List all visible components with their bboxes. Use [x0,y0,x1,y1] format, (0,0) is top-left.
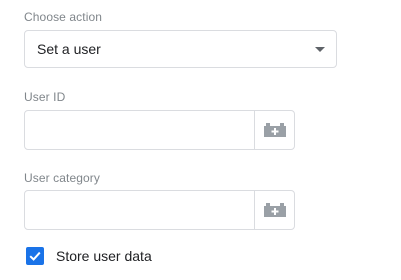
user-category-label: User category [24,171,100,185]
variable-picker-icon [263,123,286,137]
choose-action-value: Set a user [37,41,101,57]
user-category-field-group [24,190,295,230]
store-user-data-label: Store user data [56,248,152,264]
user-id-variable-button[interactable] [254,111,294,149]
user-id-field-group [24,110,295,150]
store-user-data-checkbox[interactable] [26,247,44,265]
choose-action-label: Choose action [24,10,103,24]
checkmark-icon [29,251,41,261]
choose-action-select[interactable]: Set a user [24,30,337,68]
user-id-label: User ID [24,90,66,104]
user-category-variable-button[interactable] [254,191,294,229]
user-category-input[interactable] [25,191,254,229]
user-id-input[interactable] [25,111,254,149]
dropdown-arrow-icon [315,47,325,52]
store-user-data-checkbox-row[interactable]: Store user data [26,247,152,265]
variable-picker-icon [263,203,286,217]
